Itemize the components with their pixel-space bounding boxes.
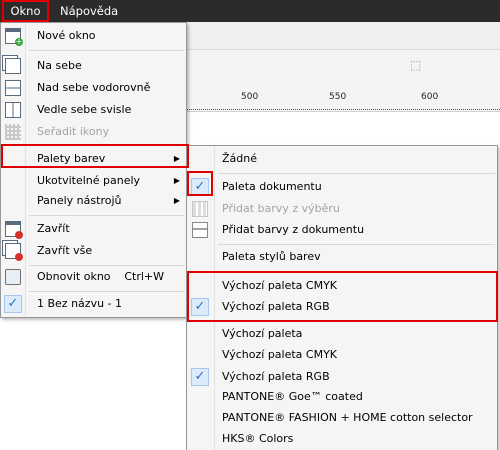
menu-bar: Okno Nápověda [0,0,500,22]
menu-item-label: Výchozí paleta RGB [222,370,330,383]
menu-item-tile-horizontal[interactable]: Nad sebe vodorovně [1,77,186,99]
chevron-right-icon: ▶ [173,196,180,205]
menu-separator [218,244,495,245]
toolbar [186,22,500,50]
menu-item-hks[interactable]: HKS® Colors [187,428,497,450]
checkmark-icon: ✓ [191,298,209,316]
menu-item-label: HKS® Colors [222,432,294,445]
color-palettes-submenu: Žádné ✓ Paleta dokumentu Přidat barvy z … [186,145,498,450]
checkmark-icon: ✓ [4,295,22,313]
menu-separator [29,215,184,216]
menu-item-toolbars[interactable]: Panely nástrojů ▶ [1,190,186,212]
menu-item-style-palette[interactable]: Paleta stylů barev [187,246,497,268]
new-window-icon: + [5,28,23,46]
menu-item-label: Paleta dokumentu [222,180,322,193]
menu-item-new-window[interactable]: + Nové okno [1,25,186,47]
menu-item-default-cmyk-2[interactable]: Výchozí paleta CMYK [187,344,497,366]
menu-item-label: Zavřít [37,222,70,235]
menu-separator [218,173,495,174]
menu-item-label: Výchozí paleta CMYK [222,348,338,361]
shortcut-text: Ctrl+W [124,270,164,283]
dock-icon[interactable]: ⬚ [410,58,428,76]
menu-item-color-palettes[interactable]: Palety barev ▶ [1,148,186,170]
menu-item-default-rgb[interactable]: ✓ Výchozí paleta RGB [187,296,497,318]
menu-item-label: Seřadit ikony [37,125,110,138]
menu-item-document-1[interactable]: ✓ 1 Bez názvu - 1 [1,293,186,315]
menu-item-label: Přidat barvy z dokumentu [222,223,365,236]
refresh-window-icon [5,269,21,285]
menu-item-close-all[interactable]: Zavřít vše [1,240,186,262]
menu-item-label: Žádné [222,152,257,165]
ruler-ticks [186,106,500,110]
menu-item-label: Nové okno [37,29,96,42]
menu-item-default-palette[interactable]: Výchozí paleta [187,323,497,345]
okno-menu: + Nové okno Na sebe Nad sebe vodorovně V… [0,22,187,318]
menu-item-label: Palety barev [37,152,106,165]
menu-item-label: 1 Bez názvu - 1 [37,297,123,310]
menu-item-arrange-icons: Seřadit ikony [1,121,186,143]
menu-item-pantone-fashion[interactable]: PANTONE® FASHION + HOME cotton selector [187,407,497,429]
menu-item-pantone-goe[interactable]: PANTONE® Goe™ coated [187,386,497,408]
menu-item-label: Panely nástrojů [37,194,122,207]
menu-separator [29,291,184,292]
menu-item-label: Výchozí paleta [222,327,303,340]
menu-separator [218,321,495,322]
menu-item-default-cmyk[interactable]: Výchozí paleta CMYK [187,275,497,297]
menu-item-cascade[interactable]: Na sebe [1,55,186,77]
menu-item-label: Výchozí paleta CMYK [222,279,338,292]
menu-separator [29,145,184,146]
close-all-icon [5,243,23,261]
horizontal-ruler[interactable]: 500 550 600 [186,90,500,112]
ruler-label: 500 [241,92,259,102]
palette-add-icon [192,222,208,238]
menu-item-label: Obnovit okno [37,270,111,283]
checkmark-icon: ✓ [191,368,209,386]
palette-add-icon [192,201,208,217]
menu-item-add-from-document[interactable]: Přidat barvy z dokumentu [187,219,497,241]
menu-item-tile-vertical[interactable]: Vedle sebe svisle [1,99,186,121]
ruler-label: 550 [329,92,347,102]
menu-item-docked-panels[interactable]: Ukotvitelné panely ▶ [1,170,186,192]
menu-item-default-rgb-2[interactable]: ✓ Výchozí paleta RGB [187,366,497,388]
menu-item-label: Na sebe [37,59,82,72]
menu-item-label: Vedle sebe svisle [37,103,132,116]
menu-separator [218,271,495,272]
menu-separator [29,50,184,51]
menu-napoveda[interactable]: Nápověda [54,0,124,22]
menu-item-label: Zavřít vše [37,244,93,257]
menu-item-close[interactable]: Zavřít [1,218,186,240]
chevron-right-icon: ▶ [173,176,180,185]
menu-item-label: Přidat barvy z výběru [222,202,340,215]
menu-item-document-palette[interactable]: ✓ Paleta dokumentu [187,176,497,198]
menu-item-label: Ukotvitelné panely [37,174,141,187]
menu-okno[interactable]: Okno [2,0,49,22]
close-window-icon [5,221,23,239]
chevron-right-icon: ▶ [173,154,180,163]
menu-item-label: PANTONE® FASHION + HOME cotton selector [222,411,473,424]
menu-item-add-from-selection: Přidat barvy z výběru [187,198,497,220]
menu-item-label: Paleta stylů barev [222,250,321,263]
menu-item-label: Výchozí paleta RGB [222,300,330,313]
cascade-icon [5,58,21,74]
arrange-icons-icon [5,124,21,140]
menu-item-label: PANTONE® Goe™ coated [222,390,363,403]
ruler-label: 600 [421,92,439,102]
menu-item-no-palette[interactable]: Žádné [187,148,497,170]
menu-item-refresh-window[interactable]: Obnovit okno Ctrl+W [1,266,186,288]
tile-horizontal-icon [5,80,21,96]
tile-vertical-icon [5,102,21,118]
checkmark-icon: ✓ [191,178,209,196]
menu-item-label: Nad sebe vodorovně [37,81,151,94]
